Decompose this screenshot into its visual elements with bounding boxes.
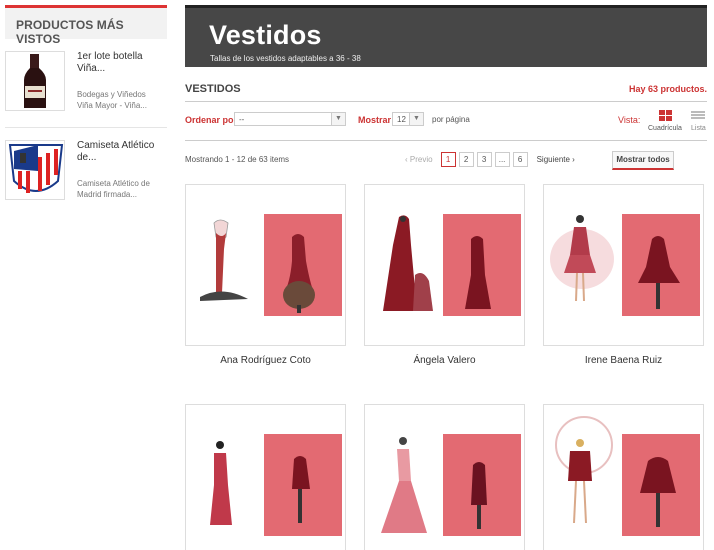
product-image[interactable] [185, 404, 346, 550]
product-image[interactable] [543, 184, 704, 346]
sort-select[interactable]: -- ▼ [234, 112, 346, 126]
product-image[interactable] [364, 404, 525, 550]
sidebar-product-title[interactable]: Camiseta Atlético de... [77, 140, 155, 164]
atletico-crest-image[interactable] [5, 140, 65, 200]
grid-view-icon[interactable] [659, 110, 672, 122]
page-button[interactable]: 6 [512, 152, 528, 167]
divider [185, 140, 707, 141]
product-name[interactable]: Ángela Valero [364, 355, 525, 366]
sidebar: PRODUCTOS MÁS VISTOS 1er lote botella Vi… [5, 5, 167, 207]
list-view-label[interactable]: Lista [691, 125, 706, 132]
next-label: Siguiente [536, 155, 570, 164]
page-button[interactable]: 2 [458, 152, 474, 167]
prev-link[interactable]: ‹ Previo [405, 155, 433, 164]
banner-subtitle: Tallas de los vestidos adaptables a 36 -… [210, 54, 361, 63]
grid-view-label[interactable]: Cuadrícula [648, 125, 682, 132]
sidebar-product-desc: Camiseta Atlético de Madrid firmada... [77, 179, 150, 199]
sidebar-product-1[interactable]: 1er lote botella Viña... Bodegas y Viñed… [5, 39, 167, 127]
per-page-select[interactable]: 12 ▼ [392, 112, 424, 126]
product-name[interactable]: Ana Rodríguez Coto [185, 355, 346, 366]
sidebar-product-desc: Bodegas y Viñedos Viña Mayor - Viña... [77, 90, 147, 110]
page-ellipsis: ... [494, 152, 510, 167]
product-image[interactable] [185, 184, 346, 346]
category-banner: Vestidos Tallas de los vestidos adaptabl… [185, 5, 707, 67]
per-page-text: por página [432, 115, 470, 124]
sort-label: Ordenar por [185, 115, 238, 125]
product-image[interactable] [364, 184, 525, 346]
sort-value: -- [239, 115, 245, 124]
list-view-icon[interactable] [691, 111, 705, 120]
product-image[interactable] [543, 404, 704, 550]
page-button[interactable]: 1 [440, 152, 456, 167]
wine-bottle-image[interactable] [5, 51, 65, 111]
view-label: Vista: [618, 115, 641, 125]
next-link[interactable]: Siguiente › [537, 155, 575, 164]
product-name[interactable]: Irene Baena Ruiz [543, 355, 704, 366]
pagination: ‹ Previo 1 2 3 ... 6 Siguiente › [405, 152, 575, 167]
show-all-button[interactable]: Mostrar todos [612, 151, 674, 170]
sidebar-product-2[interactable]: Camiseta Atlético de... Camiseta Atlétic… [5, 127, 167, 207]
prev-label: Previo [409, 155, 433, 164]
sidebar-product-title[interactable]: 1er lote botella Viña... [77, 51, 155, 75]
per-page-value: 12 [397, 115, 406, 124]
chevron-down-icon: ▼ [409, 113, 423, 125]
banner-title: Vestidos [209, 20, 322, 50]
show-label: Mostrar [358, 115, 392, 125]
divider [185, 101, 707, 102]
chevron-down-icon: ▼ [331, 113, 345, 125]
category-heading: VESTIDOS [185, 83, 241, 95]
product-count: Hay 63 productos. [628, 84, 707, 94]
sidebar-heading: PRODUCTOS MÁS VISTOS [5, 5, 167, 46]
page-button[interactable]: 3 [476, 152, 492, 167]
showing-text: Mostrando 1 - 12 de 63 items [185, 155, 290, 164]
